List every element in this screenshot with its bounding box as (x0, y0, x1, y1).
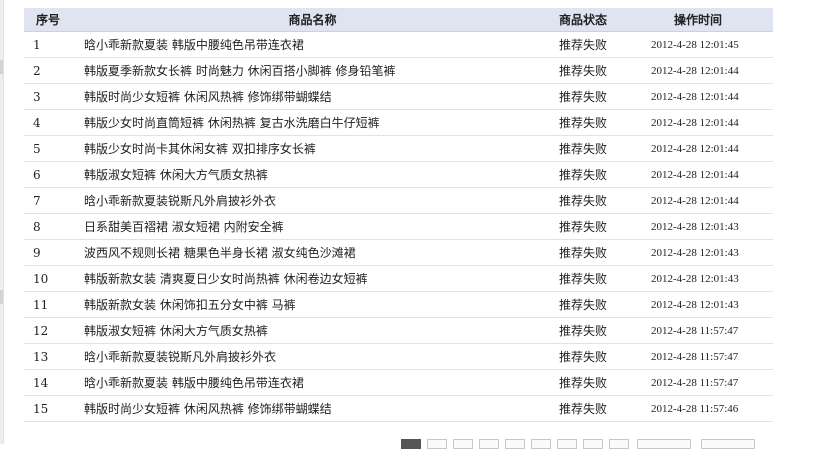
row-index: 13 (24, 343, 82, 370)
row-operation-time: 2012-4-28 12:01:43 (623, 265, 773, 292)
left-panel-handle (0, 60, 3, 74)
row-product-name: 韩版新款女装 休闲饰扣五分女中裤 马裤 (82, 291, 543, 318)
row-index: 2 (24, 57, 82, 84)
row-status: 推荐失败 (543, 317, 623, 344)
row-product-name: 韩版少女时尚卡其休闲女裤 双扣排序女长裤 (82, 135, 543, 162)
table-row: 14 晗小乖新款夏装 韩版中腰纯色吊带连衣裙 推荐失败 2012-4-28 11:57… (24, 369, 773, 396)
row-status: 推荐失败 (543, 213, 623, 240)
left-panel-edge (0, 0, 4, 444)
row-status: 推荐失败 (543, 109, 623, 136)
row-status: 推荐失败 (543, 369, 623, 396)
row-index: 8 (24, 213, 82, 240)
row-operation-time: 2012-4-28 12:01:43 (623, 291, 773, 318)
row-status: 推荐失败 (543, 187, 623, 214)
table-row: 11 韩版新款女装 休闲饰扣五分女中裤 马裤 推荐失败 2012-4-28 12:01… (24, 291, 773, 318)
row-product-name: 晗小乖新款夏装锐斯凡外肩披衫外衣 (82, 343, 543, 370)
row-status: 推荐失败 (543, 265, 623, 292)
row-index: 1 (24, 31, 82, 58)
row-operation-time: 2012-4-28 12:01:44 (623, 83, 773, 110)
table-row: 13 晗小乖新款夏装锐斯凡外肩披衫外衣 推荐失败 2012-4-28 11:57:47 (24, 343, 773, 370)
row-operation-time: 2012-4-28 12:01:43 (623, 239, 773, 266)
row-index: 6 (24, 161, 82, 188)
row-product-name: 韩版时尚少女短裤 休闲风热裤 修饰绑带蝴蝶结 (82, 83, 543, 110)
row-index: 11 (24, 291, 82, 318)
table-row: 2 韩版夏季新款女长裤 时尚魅力 休闲百搭小脚裤 修身铅笔裤 推荐失败 2012-4-… (24, 57, 773, 84)
row-index: 14 (24, 369, 82, 396)
table-row: 5 韩版少女时尚卡其休闲女裤 双扣排序女长裤 推荐失败 2012-4-28 12:01… (24, 135, 773, 162)
table-row: 12 韩版淑女短裤 休闲大方气质女热裤 推荐失败 2012-4-28 11:57:47 (24, 317, 773, 344)
row-product-name: 韩版淑女短裤 休闲大方气质女热裤 (82, 161, 543, 188)
row-product-name: 韩版夏季新款女长裤 时尚魅力 休闲百搭小脚裤 修身铅笔裤 (82, 57, 543, 84)
row-product-name: 日系甜美百褶裙 淑女短裙 内附安全裤 (82, 213, 543, 240)
row-product-name: 晗小乖新款夏装 韩版中腰纯色吊带连衣裙 (82, 369, 543, 396)
table-row: 4 韩版少女时尚直筒短裤 休闲热裤 复古水洗磨白牛仔短裤 推荐失败 2012-4-28… (24, 109, 773, 136)
row-product-name: 韩版淑女短裤 休闲大方气质女热裤 (82, 317, 543, 344)
table-row: 1 晗小乖新款夏装 韩版中腰纯色吊带连衣裙 推荐失败 2012-4-28 12:01:… (24, 31, 773, 58)
page-jump-input[interactable] (637, 439, 691, 449)
page-button-current[interactable] (401, 439, 421, 449)
row-product-name: 韩版少女时尚直筒短裤 休闲热裤 复古水洗磨白牛仔短裤 (82, 109, 543, 136)
header-product-name: 商品名称 (82, 8, 543, 32)
table-row: 9 波西风不规则长裙 糖果色半身长裙 淑女纯色沙滩裙 推荐失败 2012-4-28 1… (24, 239, 773, 266)
row-operation-time: 2012-4-28 11:57:47 (623, 369, 773, 396)
table-row: 8 日系甜美百褶裙 淑女短裙 内附安全裤 推荐失败 2012-4-28 12:01:4… (24, 213, 773, 240)
row-operation-time: 2012-4-28 12:01:44 (623, 187, 773, 214)
row-index: 10 (24, 265, 82, 292)
page-button[interactable] (505, 439, 525, 449)
table-row: 6 韩版淑女短裤 休闲大方气质女热裤 推荐失败 2012-4-28 12:01:44 (24, 161, 773, 188)
header-index: 序号 (24, 8, 82, 32)
table-body: 1 晗小乖新款夏装 韩版中腰纯色吊带连衣裙 推荐失败 2012-4-28 12:01:… (24, 31, 773, 422)
row-status: 推荐失败 (543, 31, 623, 58)
row-product-name: 晗小乖新款夏装 韩版中腰纯色吊带连衣裙 (82, 31, 543, 58)
row-index: 4 (24, 109, 82, 136)
row-operation-time: 2012-4-28 12:01:45 (623, 31, 773, 58)
table-row: 10 韩版新款女装 清爽夏日少女时尚热裤 休闲卷边女短裤 推荐失败 2012-4-28… (24, 265, 773, 292)
row-status: 推荐失败 (543, 135, 623, 162)
row-index: 7 (24, 187, 82, 214)
row-operation-time: 2012-4-28 12:01:44 (623, 161, 773, 188)
row-operation-time: 2012-4-28 12:01:43 (623, 213, 773, 240)
row-status: 推荐失败 (543, 83, 623, 110)
row-product-name: 波西风不规则长裙 糖果色半身长裙 淑女纯色沙滩裙 (82, 239, 543, 266)
table-row: 15 韩版时尚少女短裤 休闲风热裤 修饰绑带蝴蝶结 推荐失败 2012-4-28 11… (24, 395, 773, 422)
row-status: 推荐失败 (543, 239, 623, 266)
page-button[interactable] (479, 439, 499, 449)
row-index: 12 (24, 317, 82, 344)
row-operation-time: 2012-4-28 11:57:47 (623, 343, 773, 370)
table-row: 7 晗小乖新款夏装锐斯凡外肩披衫外衣 推荐失败 2012-4-28 12:01:44 (24, 187, 773, 214)
row-status: 推荐失败 (543, 57, 623, 84)
page-button[interactable] (609, 439, 629, 449)
row-index: 3 (24, 83, 82, 110)
page-button[interactable] (583, 439, 603, 449)
page-button[interactable] (427, 439, 447, 449)
page-button[interactable] (531, 439, 551, 449)
row-product-name: 韩版新款女装 清爽夏日少女时尚热裤 休闲卷边女短裤 (82, 265, 543, 292)
row-status: 推荐失败 (543, 343, 623, 370)
row-index: 5 (24, 135, 82, 162)
row-operation-time: 2012-4-28 12:01:44 (623, 109, 773, 136)
row-operation-time: 2012-4-28 11:57:46 (623, 395, 773, 422)
page-button[interactable] (557, 439, 577, 449)
row-status: 推荐失败 (543, 395, 623, 422)
header-status: 商品状态 (543, 8, 623, 32)
row-status: 推荐失败 (543, 291, 623, 318)
row-status: 推荐失败 (543, 161, 623, 188)
row-operation-time: 2012-4-28 12:01:44 (623, 57, 773, 84)
header-operation-time: 操作时间 (623, 8, 773, 32)
row-operation-time: 2012-4-28 11:57:47 (623, 317, 773, 344)
row-operation-time: 2012-4-28 12:01:44 (623, 135, 773, 162)
row-index: 15 (24, 395, 82, 422)
left-panel-handle (0, 290, 3, 304)
table-row: 3 韩版时尚少女短裤 休闲风热裤 修饰绑带蝴蝶结 推荐失败 2012-4-28 12:… (24, 83, 773, 110)
table-header-row: 序号 商品名称 商品状态 操作时间 (24, 8, 773, 32)
page-go-button[interactable] (701, 439, 755, 449)
row-product-name: 晗小乖新款夏装锐斯凡外肩披衫外衣 (82, 187, 543, 214)
row-product-name: 韩版时尚少女短裤 休闲风热裤 修饰绑带蝴蝶结 (82, 395, 543, 422)
page-button[interactable] (453, 439, 473, 449)
product-log-table: 序号 商品名称 商品状态 操作时间 1 晗小乖新款夏装 韩版中腰纯色吊带连衣裙 推荐… (24, 8, 773, 422)
row-index: 9 (24, 239, 82, 266)
